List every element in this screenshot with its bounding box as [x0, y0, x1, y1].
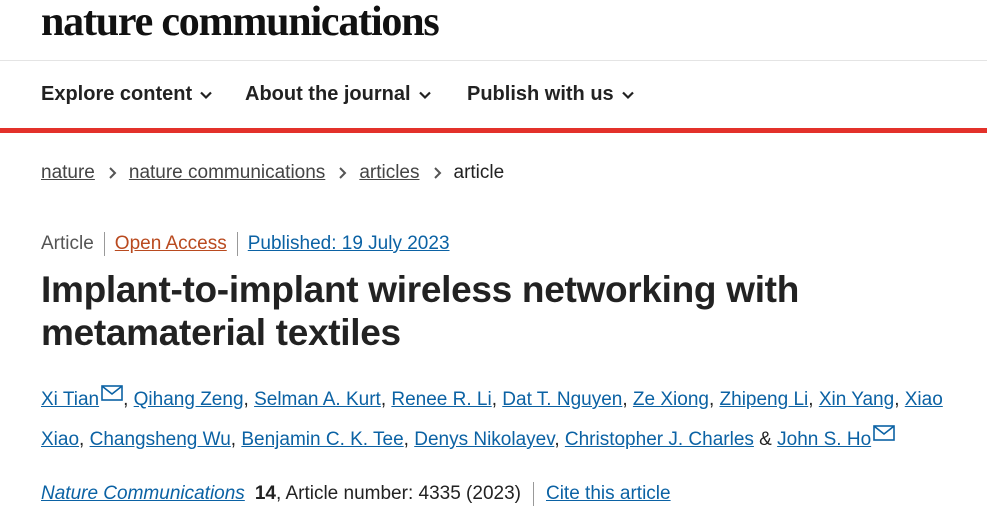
- chevron-down-icon: [200, 91, 212, 99]
- author-link[interactable]: John S. Ho: [777, 429, 871, 450]
- author-link[interactable]: Selman A. Kurt: [254, 389, 381, 410]
- author-link[interactable]: Changsheng Wu: [90, 429, 231, 450]
- article-type: Article: [41, 233, 94, 254]
- article-title: Implant-to-implant wireless networking w…: [41, 269, 799, 353]
- author-link[interactable]: Xi Tian: [41, 389, 99, 410]
- nav-explore-content[interactable]: Explore content: [41, 83, 214, 106]
- chevron-right-icon: [325, 162, 359, 184]
- chevron-down-icon: [621, 91, 634, 99]
- breadcrumb: nature nature communications articles ar…: [41, 162, 504, 184]
- envelope-icon[interactable]: [101, 385, 123, 401]
- citation-line: Nature Communications 14 , Article numbe…: [41, 482, 671, 506]
- volume-number: 14: [254, 483, 276, 504]
- author-link[interactable]: Dat T. Nguyen: [502, 389, 622, 410]
- chevron-right-icon: [95, 162, 129, 184]
- envelope-icon[interactable]: [873, 425, 895, 441]
- author-link[interactable]: Zhipeng Li: [720, 389, 809, 410]
- author-link[interactable]: Qihang Zeng: [134, 389, 244, 410]
- chevron-down-icon: [418, 91, 431, 99]
- divider: [532, 482, 534, 506]
- accent-bar: [0, 128, 987, 133]
- nav-label: About the journal: [245, 83, 411, 105]
- author-link[interactable]: Benjamin C. K. Tee: [241, 429, 403, 450]
- nav-label: Publish with us: [467, 83, 614, 105]
- nav-about-journal[interactable]: About the journal: [245, 83, 433, 106]
- open-access-link[interactable]: Open Access: [115, 233, 227, 254]
- author-link[interactable]: Christopher J. Charles: [565, 429, 754, 450]
- main-nav: Explore content About the journal Publis…: [0, 61, 987, 129]
- author-link[interactable]: Xin Yang: [819, 389, 894, 410]
- nav-label: Explore content: [41, 83, 193, 105]
- breadcrumb-nature-communications[interactable]: nature communications: [129, 162, 325, 184]
- author-link[interactable]: Denys Nikolayev: [414, 429, 554, 450]
- nav-publish-with-us[interactable]: Publish with us: [467, 83, 636, 106]
- published-date-link[interactable]: Published: 19 July 2023: [248, 233, 450, 254]
- author-link[interactable]: Renee R. Li: [391, 389, 491, 410]
- author-list: Xi Tian, Qihang Zeng, Selman A. Kurt, Re…: [41, 380, 966, 460]
- journal-logo[interactable]: nature communications: [41, 0, 440, 48]
- breadcrumb-current: article: [453, 162, 505, 183]
- cite-this-article-link[interactable]: Cite this article: [546, 483, 671, 505]
- chevron-right-icon: [420, 162, 454, 184]
- masthead: nature communications: [0, 0, 987, 61]
- article-meta: Article Open Access Published: 19 July 2…: [41, 232, 460, 256]
- article-number: , Article number: 4335 (2023): [275, 483, 521, 504]
- breadcrumb-articles[interactable]: articles: [359, 162, 419, 184]
- author-link[interactable]: Ze Xiong: [633, 389, 709, 410]
- breadcrumb-nature[interactable]: nature: [41, 162, 95, 184]
- journal-link[interactable]: Nature Communications: [41, 483, 245, 505]
